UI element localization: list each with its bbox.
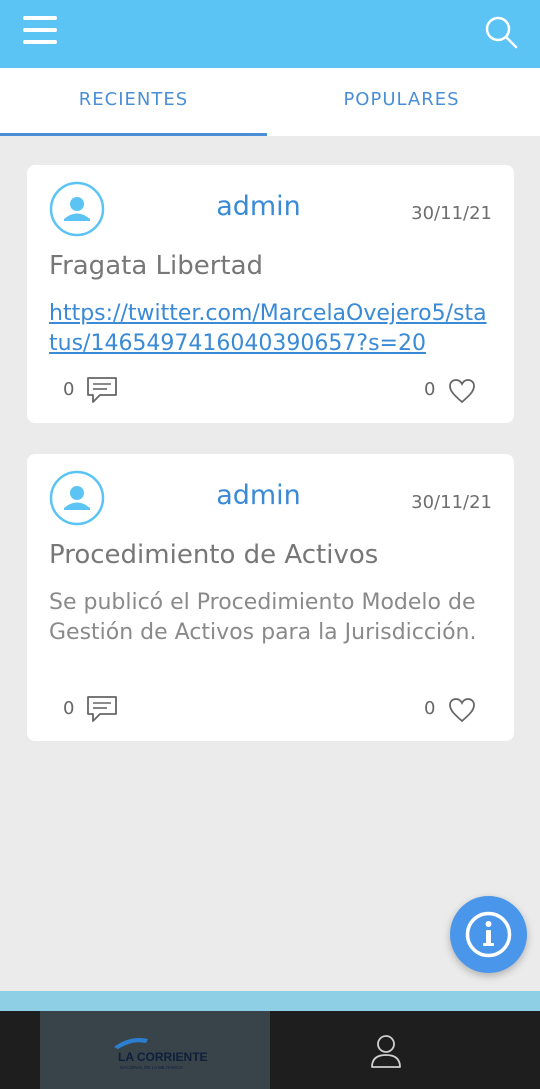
heart-icon[interactable] — [448, 378, 476, 404]
app-bar — [0, 0, 540, 68]
post-body: Se publicó el Procedimiento Modelo de Ge… — [49, 590, 477, 645]
comment-icon[interactable] — [85, 375, 119, 405]
post-title: Procedimiento de Activos — [49, 540, 379, 570]
tab-recientes[interactable]: RECIENTES — [0, 68, 267, 136]
bottom-nav: LA CORRIENTE NACIONAL DE LA MILITANCIA — [0, 1011, 540, 1089]
logo-subtitle: NACIONAL DE LA MILITANCIA — [120, 1065, 183, 1070]
comment-count: 0 — [63, 379, 75, 400]
info-icon — [465, 911, 512, 958]
like-count: 0 — [424, 698, 436, 719]
post-date: 30/11/21 — [411, 492, 492, 513]
heart-icon[interactable] — [448, 697, 476, 723]
menu-icon[interactable] — [20, 12, 62, 54]
tab-bar: RECIENTES POPULARES — [0, 68, 540, 136]
post-card[interactable]: admin 30/11/21 Fragata Libertad https://… — [27, 165, 514, 423]
post-date: 30/11/21 — [411, 203, 492, 224]
post-card[interactable]: admin 30/11/21 Procedimiento de Activos … — [27, 454, 514, 741]
profile-icon[interactable] — [355, 1011, 417, 1089]
post-link[interactable]: https://twitter.com/MarcelaOvejero5/stat… — [49, 299, 494, 359]
comment-icon[interactable] — [85, 694, 119, 724]
tab-populares[interactable]: POPULARES — [263, 68, 540, 136]
bottom-strip — [0, 991, 540, 1011]
comment-count: 0 — [63, 698, 75, 719]
logo-name: LA CORRIENTE — [118, 1050, 208, 1064]
like-count: 0 — [424, 379, 436, 400]
search-icon[interactable] — [482, 12, 522, 52]
active-tab-indicator — [0, 133, 267, 136]
info-button[interactable] — [450, 896, 527, 973]
nav-home-logo[interactable]: LA CORRIENTE NACIONAL DE LA MILITANCIA — [40, 1011, 270, 1089]
post-title: Fragata Libertad — [49, 251, 264, 281]
